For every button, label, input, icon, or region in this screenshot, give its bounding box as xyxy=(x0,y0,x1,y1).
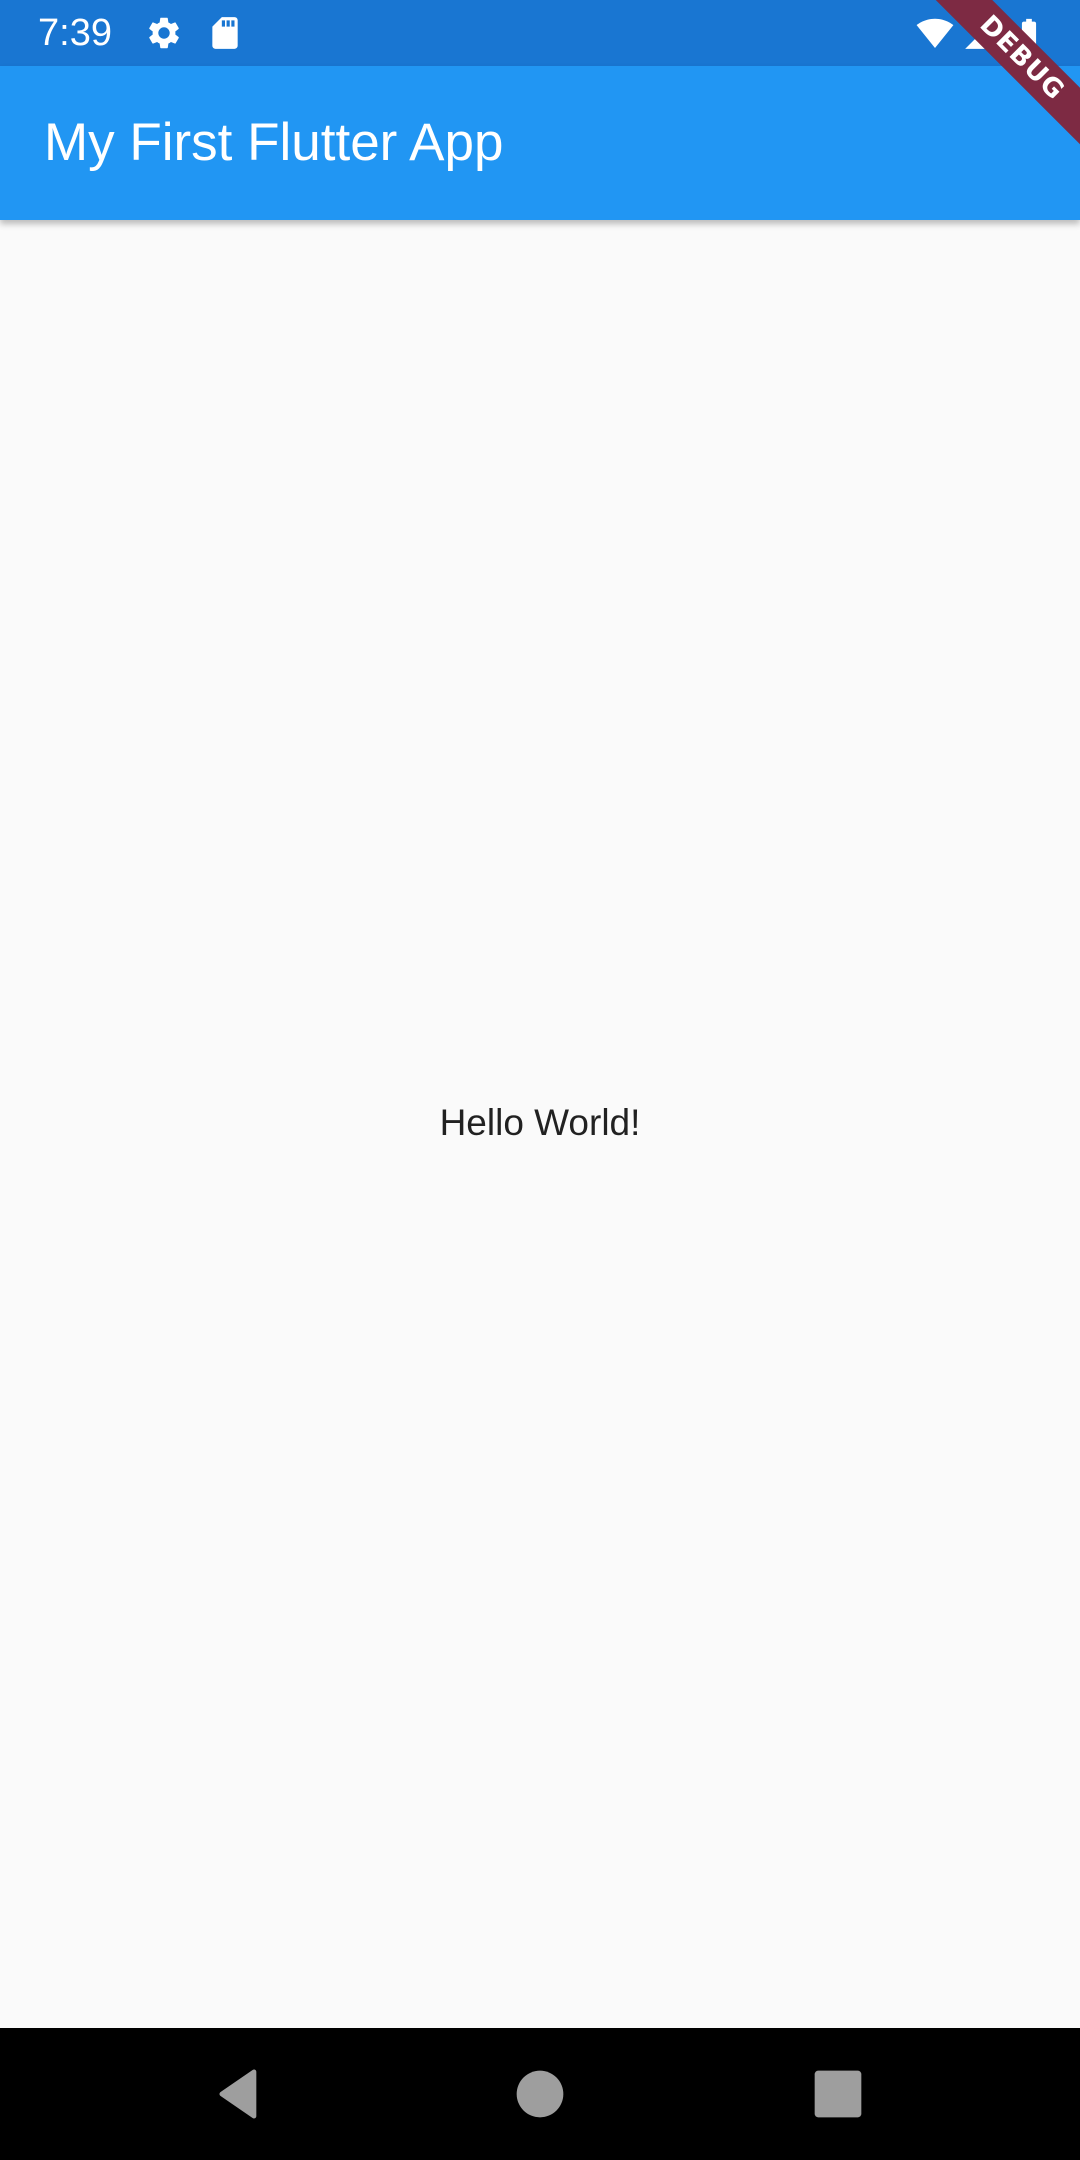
hello-text: Hello World! xyxy=(439,1102,641,1143)
wifi-icon xyxy=(914,14,956,52)
battery-icon xyxy=(1012,14,1046,52)
app-bar: My First Flutter App xyxy=(0,66,1080,220)
status-bar: 7:39 xyxy=(0,0,1080,66)
home-icon[interactable] xyxy=(512,2066,568,2122)
nav-bar xyxy=(0,2028,1080,2160)
signal-icon xyxy=(962,14,1000,52)
back-icon[interactable] xyxy=(212,2066,268,2122)
app-title: My First Flutter App xyxy=(44,113,504,172)
recents-icon[interactable] xyxy=(810,2066,866,2122)
status-time: 7:39 xyxy=(38,12,112,54)
gear-icon xyxy=(145,14,183,52)
sd-card-icon xyxy=(206,14,244,52)
content-area: Hello World! xyxy=(0,220,1080,2028)
screen: 7:39 My First Flutter App Hello World! D… xyxy=(0,0,1080,2160)
